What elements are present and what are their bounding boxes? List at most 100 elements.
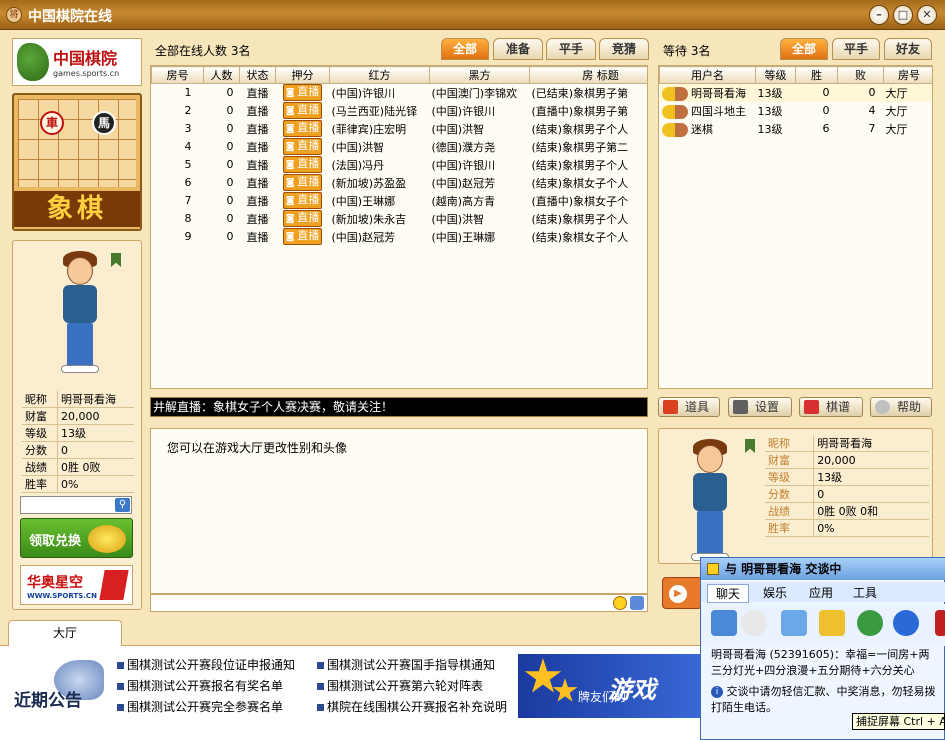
- logo-url: games.sports.cn: [53, 69, 120, 78]
- quick-phrase-icon[interactable]: [630, 596, 644, 610]
- user-avatar-icon: [661, 104, 688, 119]
- table-row[interactable]: 50直播直播(法国)冯丹(中国)许银川(结束)象棋男子个人: [152, 156, 648, 174]
- exchange-label: 领取兑换: [29, 534, 82, 549]
- logo-title: 中国棋院: [53, 49, 118, 68]
- table-row[interactable]: 70直播直播(中国)王琳娜(越南)高方青(直播中)象棋女子个: [152, 192, 648, 210]
- minimize-button[interactable]: –: [869, 5, 889, 25]
- settings-button[interactable]: 设置: [728, 397, 792, 417]
- table-row[interactable]: 四国斗地主 13级 0 4 大厅: [660, 102, 933, 120]
- add-friend-icon[interactable]: [857, 610, 883, 636]
- tab-room-even[interactable]: 平手: [546, 38, 596, 60]
- menu-entertainment[interactable]: 娱乐: [763, 584, 787, 601]
- flag-icon: [111, 253, 121, 267]
- title-bar[interactable]: 将 中国棋院在线 – □ ✕: [0, 0, 945, 30]
- live-badge[interactable]: 直播: [282, 156, 323, 173]
- table-row[interactable]: 60直播直播(新加坡)苏盈盈(中国)赵冠芳(结束)象棋女子个人: [152, 174, 648, 192]
- chat-message: 您可以在游戏大厅更改性别和头像: [167, 441, 348, 455]
- star-icon: [524, 658, 562, 693]
- tab-room-all[interactable]: 全部: [441, 38, 489, 60]
- live-badge[interactable]: 直播: [282, 192, 323, 209]
- game-name: 象棋: [14, 191, 140, 227]
- sponsor-logo[interactable]: 华奥星空 WWW.SPORTS.CN: [20, 565, 133, 605]
- menu-apps[interactable]: 应用: [809, 584, 833, 601]
- announcement-title: 近期公告: [14, 691, 82, 711]
- online-count: 全部在线人数 3名: [155, 44, 251, 58]
- user-avatar-icon: [661, 122, 688, 137]
- props-icon: [663, 400, 678, 414]
- tab-hall[interactable]: 大厅: [8, 620, 122, 646]
- left-profile-info: 昵称 明哥哥看海 财富 20,000 等级 13级 分数 0 战绩 0胜 0败 胜率 0%: [22, 391, 134, 493]
- share-icon[interactable]: [893, 610, 919, 636]
- room-list[interactable]: 房号人数状态押分红方黑方房 标题 10直播直播(中国)许银川(中国澳门)李锦欢(…: [150, 65, 648, 389]
- window-title: 中国棋院在线: [28, 9, 112, 25]
- selected-user-avatar[interactable]: [679, 437, 739, 567]
- transfer-icon[interactable]: [781, 610, 807, 636]
- conversation-title[interactable]: 与 明哥哥看海 交谈中: [701, 558, 945, 580]
- live-badge[interactable]: 直播: [282, 174, 323, 191]
- play-button[interactable]: ▶: [662, 577, 702, 609]
- maximize-button[interactable]: □: [893, 5, 913, 25]
- notice-link[interactable]: 围棋测试公开赛第六轮对阵表: [317, 677, 483, 694]
- help-button[interactable]: 帮助: [870, 397, 932, 417]
- live-badge[interactable]: 直播: [282, 138, 323, 155]
- user-search-input[interactable]: ⚲: [20, 496, 132, 514]
- menu-chat[interactable]: 聊天: [707, 584, 750, 603]
- right-profile-panel: 昵称 明哥哥看海 财富 20,000 等级 13级 分数 0 战绩 0胜 0败 0和 胜率…: [658, 428, 933, 564]
- notice-link[interactable]: 围棋测试公开赛报名有奖名单: [117, 677, 283, 694]
- video-icon[interactable]: [711, 610, 737, 636]
- table-row[interactable]: 迷棋 13级 6 7 大厅: [660, 120, 933, 138]
- settings-icon: [733, 400, 748, 414]
- live-badge[interactable]: 直播: [282, 228, 323, 245]
- table-row[interactable]: 10直播直播(中国)许银川(中国澳门)李锦欢(已结束)象棋男子第: [152, 84, 648, 102]
- tab-users-even[interactable]: 平手: [832, 38, 880, 60]
- chat-log[interactable]: 您可以在游戏大厅更改性别和头像: [150, 428, 648, 594]
- menu-tools[interactable]: 工具: [853, 584, 877, 601]
- props-button[interactable]: 道具: [658, 397, 720, 417]
- tab-room-ready[interactable]: 准备: [493, 38, 543, 60]
- table-row[interactable]: 20直播直播(马兰西亚)陆光铎(中国)许银川(直播中)象棋男子第: [152, 102, 648, 120]
- horse-piece: 馬: [92, 111, 116, 135]
- table-row[interactable]: 80直播直播(新加坡)朱永吉(中国)洪智(结束)象棋男子个人: [152, 210, 648, 228]
- file-icon[interactable]: [819, 610, 845, 636]
- game-card-xiangqi[interactable]: 車 馬 象棋: [12, 93, 142, 231]
- sponsor-url: WWW.SPORTS.CN: [27, 592, 97, 600]
- live-badge[interactable]: 直播: [282, 120, 323, 137]
- user-list[interactable]: 用户名 等级胜败房号 明哥哥看海 13级 0 0 大厅 四国斗地主 13级 0 4 大厅 迷棋 13…: [658, 65, 933, 389]
- chat-input[interactable]: [150, 594, 648, 612]
- table-row[interactable]: 30直播直播(菲律宾)庄宏明(中国)洪智(结束)象棋男子个人: [152, 120, 648, 138]
- live-badge[interactable]: 直播: [282, 84, 323, 102]
- sponsor-name: 华奥星空: [27, 575, 83, 591]
- site-logo[interactable]: 中国棋院 games.sports.cn: [12, 38, 142, 86]
- room-table-header: 房号 人数 状态 押分 红方 黑方房 标题: [151, 66, 647, 84]
- tab-room-guess[interactable]: 竞猜: [599, 38, 649, 60]
- notice-link[interactable]: 围棋测试公开赛完全参赛名单: [117, 698, 283, 715]
- live-badge[interactable]: 直播: [282, 210, 323, 227]
- chat-icon: [707, 563, 719, 575]
- notice-link[interactable]: 围棋测试公开赛段位证申报通知: [117, 656, 295, 673]
- live-badge[interactable]: 直播: [282, 102, 323, 119]
- tab-users-friends[interactable]: 好友: [884, 38, 932, 60]
- right-profile-info: 昵称 明哥哥看海 财富 20,000 等级 13级 分数 0 战绩 0胜 0败 0和 胜率…: [765, 435, 929, 537]
- search-icon[interactable]: ⚲: [115, 498, 130, 512]
- close-button[interactable]: ✕: [917, 5, 937, 25]
- camera-icon[interactable]: [741, 610, 767, 636]
- more-icon[interactable]: [935, 610, 945, 636]
- exchange-button[interactable]: 领取兑换: [20, 518, 133, 558]
- emoji-icon[interactable]: [613, 596, 627, 610]
- promo-banner[interactable]: 牌友们的 游戏: [518, 654, 708, 718]
- dragon-icon: [17, 43, 49, 81]
- user-avatar[interactable]: [49, 249, 109, 379]
- flag-icon: [745, 439, 755, 453]
- room-table: 房号人数状态押分红方黑方房 标题 10直播直播(中国)许银川(中国澳门)李锦欢(…: [151, 66, 648, 246]
- table-row[interactable]: 40直播直播(中国)洪智(德国)濮方尧(结束)象棋男子第二: [152, 138, 648, 156]
- chess-record-button[interactable]: 棋谱: [799, 397, 863, 417]
- screen-capture-tooltip: 捕捉屏幕 Ctrl + Alt + A: [852, 713, 945, 730]
- table-row[interactable]: 90直播直播(中国)赵冠芳(中国)王琳娜(结束)象棋女子个人: [152, 228, 648, 246]
- wait-count: 等待 3名: [663, 44, 711, 58]
- notice-link[interactable]: 围棋测试公开赛国手指导棋通知: [317, 656, 495, 673]
- conversation-message: 明哥哥看海 (52391605)：幸福=一间房+两 三分灯光+四分浪漫+五分期待…: [711, 648, 930, 677]
- tab-users-all[interactable]: 全部: [780, 38, 828, 60]
- table-row[interactable]: 明哥哥看海 13级 0 0 大厅: [659, 83, 932, 102]
- notice-link[interactable]: 棋院在线围棋公开赛报名补充说明: [317, 698, 507, 715]
- announcement-badge[interactable]: 近期公告: [8, 656, 112, 732]
